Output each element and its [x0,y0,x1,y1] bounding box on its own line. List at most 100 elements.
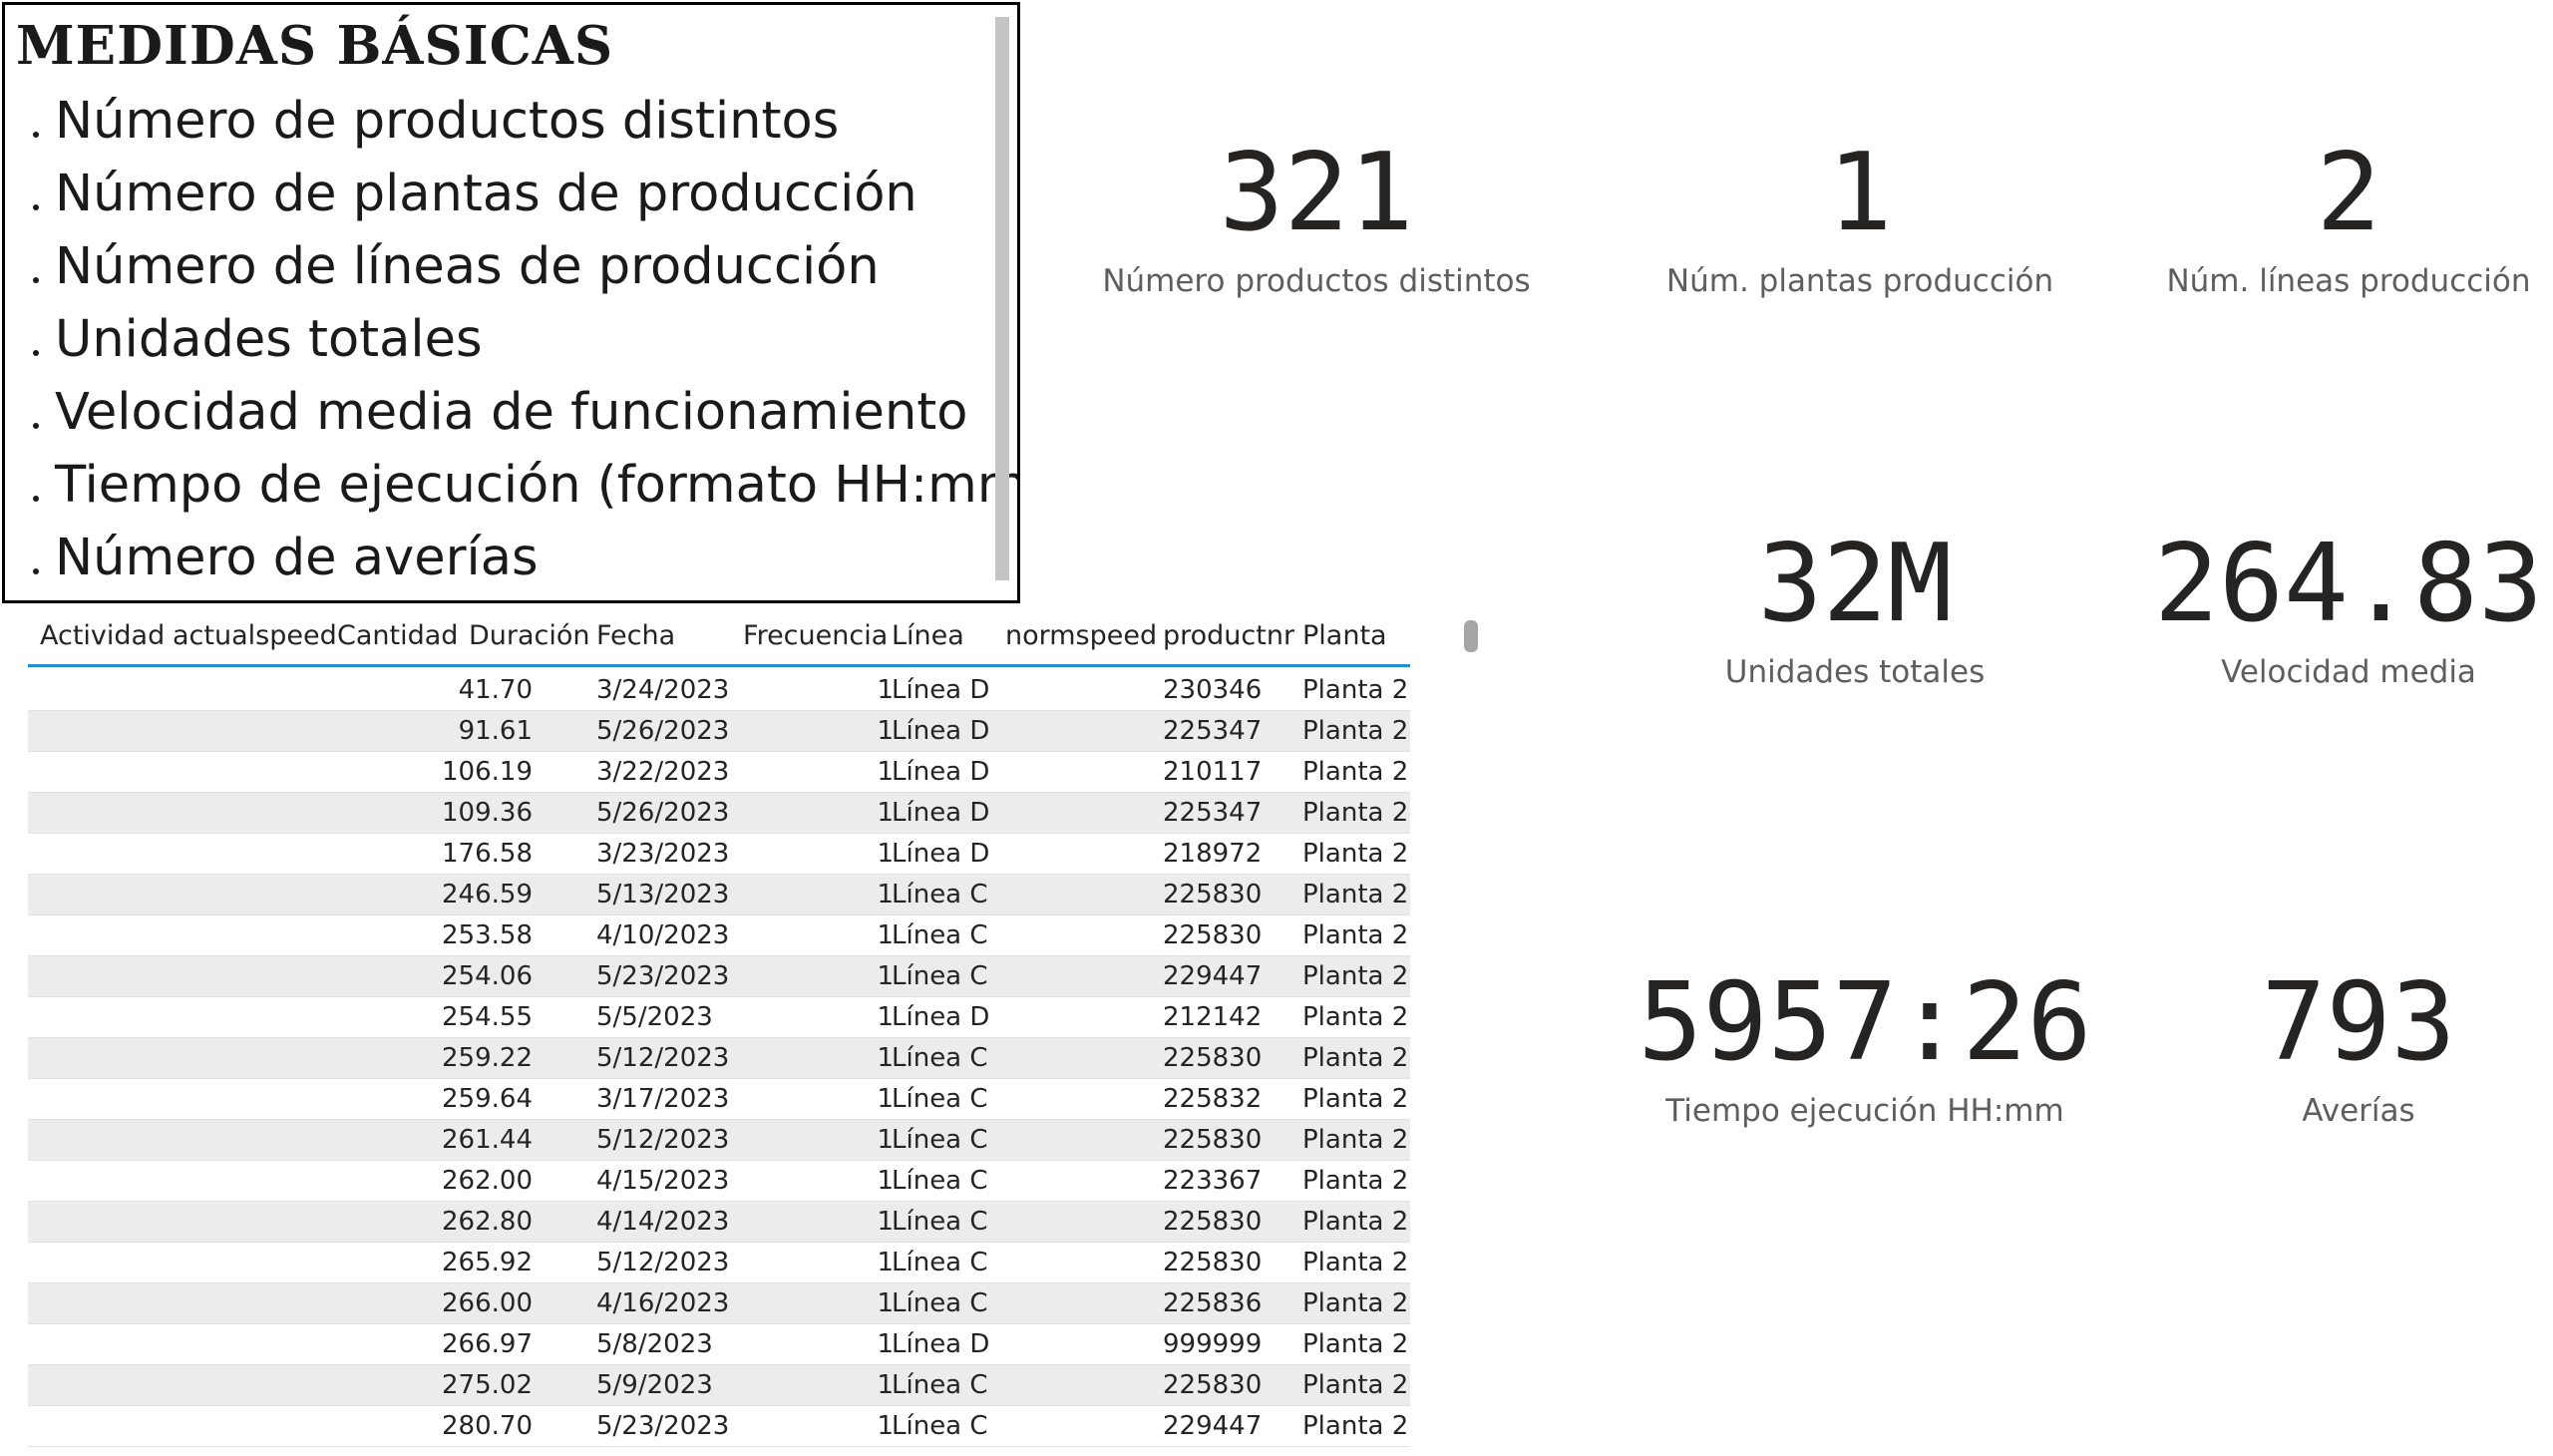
list-item: Número de averías [33,522,1017,594]
cell-duracion: 253.58 [442,920,533,950]
table-header: Actividad actualspeed Cantidad Duración … [28,610,1410,667]
cell-duracion: 254.06 [442,961,533,991]
cell-productnr: 223367 [1163,1166,1263,1196]
table-row[interactable]: 254.06 5/23/2023 1 Línea C 229447 Planta 2 [28,956,1410,997]
bullet-icon [33,496,39,502]
bullet-icon [33,350,39,356]
table-row[interactable]: 262.80 4/14/2023 1 Línea C 225830 Planta 2 [28,1202,1410,1243]
table-row[interactable]: 106.19 3/22/2023 1 Línea D 210117 Planta 2 [28,752,1410,793]
cell-planta: Planta 2 [1302,1329,1409,1359]
table-row[interactable]: 262.00 4/15/2023 1 Línea C 223367 Planta 2 [28,1161,1410,1202]
cell-planta: Planta 2 [1302,1248,1409,1277]
card-value: 321 [1219,131,1414,255]
cell-linea: Línea C [892,1248,988,1277]
cell-fecha: 4/15/2023 [596,1166,730,1196]
data-table[interactable]: Actividad actualspeed Cantidad Duración … [28,610,1484,1456]
cell-productnr: 210117 [1163,757,1263,787]
cell-productnr: 225830 [1163,1125,1263,1155]
card-tiempo[interactable]: 5957:26 Tiempo ejecución HH:mm [1626,960,2104,1130]
table-row[interactable]: 261.44 5/12/2023 1 Línea C 225830 Planta 2 [28,1120,1410,1161]
list-item: Número de plantas de producción [33,158,1017,230]
card-averias[interactable]: 793 Averías [2159,969,2553,1130]
textbox-scrollbar[interactable] [995,17,1009,580]
cell-duracion: 254.55 [442,1002,533,1032]
card-value: 2 [2316,131,2381,255]
cell-planta: Planta 2 [1302,1207,1409,1237]
list-item-label: Tiempo de ejecución (formato HH:mm) [55,456,1020,515]
cell-fecha: 4/10/2023 [596,920,730,950]
cell-planta: Planta 2 [1302,1002,1409,1032]
bullet-icon [33,423,39,429]
card-velocidad[interactable]: 264.83 Velocidad media [2149,522,2548,691]
table-body: 41.70 3/24/2023 1 Línea D 230346 Planta 2 91.6… [28,670,1410,1447]
card-value: 32M [1757,522,1953,646]
table-row[interactable]: 253.58 4/10/2023 1 Línea C 225830 Planta 2 [28,915,1410,956]
cell-duracion: 265.92 [442,1248,533,1277]
card-value: 264.83 [2153,522,2544,646]
column-header-normspeed[interactable]: normspeed [1005,620,1157,651]
cell-duracion: 106.19 [442,757,533,787]
card-plantas[interactable]: 1 Núm. plantas producción [1650,140,2069,300]
cell-fecha: 4/14/2023 [596,1207,730,1237]
cell-productnr: 999999 [1163,1329,1263,1359]
cell-fecha: 4/16/2023 [596,1288,730,1318]
cell-linea: Línea C [892,920,988,950]
card-label: Núm. plantas producción [1665,263,2054,299]
cell-fecha: 5/23/2023 [596,1411,730,1441]
card-label: Averías [2302,1093,2415,1129]
table-row[interactable]: 176.58 3/23/2023 1 Línea D 218972 Planta 2 [28,834,1410,875]
column-header-fecha[interactable]: Fecha [596,620,675,651]
cell-productnr: 229447 [1163,1411,1263,1441]
table-row[interactable]: 259.64 3/17/2023 1 Línea C 225832 Planta 2 [28,1079,1410,1120]
cell-productnr: 225830 [1163,920,1263,950]
table-row[interactable]: 265.92 5/12/2023 1 Línea C 225830 Planta 2 [28,1243,1410,1283]
table-row[interactable]: 91.61 5/26/2023 1 Línea D 225347 Planta 2 [28,711,1410,752]
cell-fecha: 5/12/2023 [596,1043,730,1073]
column-header-actualspeed[interactable]: actualspeed [173,620,337,651]
cell-linea: Línea C [892,1125,988,1155]
column-header-linea[interactable]: Línea [892,620,964,651]
cell-fecha: 5/12/2023 [596,1248,730,1277]
cell-fecha: 3/22/2023 [596,757,730,787]
list-item: Tiempo de ejecución (formato HH:mm) [33,449,1020,522]
cell-productnr: 229447 [1163,961,1263,991]
column-header-frecuencia[interactable]: Frecuencia [743,620,888,651]
card-productos[interactable]: 321 Número productos distintos [1097,131,1536,300]
cell-productnr: 230346 [1163,675,1263,705]
cell-duracion: 259.22 [442,1043,533,1073]
table-row[interactable]: 266.00 4/16/2023 1 Línea C 225836 Planta 2 [28,1283,1410,1324]
cell-linea: Línea C [892,1166,988,1196]
card-lineas[interactable]: 2 Núm. líneas producción [2149,131,2548,300]
column-header-planta[interactable]: Planta [1302,620,1387,651]
table-row[interactable]: 41.70 3/24/2023 1 Línea D 230346 Planta 2 [28,670,1410,711]
cell-duracion: 176.58 [442,839,533,869]
card-unidades[interactable]: 32M Unidades totales [1655,522,2054,691]
cell-linea: Línea C [892,1084,988,1114]
column-header-actividad[interactable]: Actividad [40,620,165,651]
table-row[interactable]: 246.59 5/13/2023 1 Línea C 225830 Planta 2 [28,875,1410,915]
cell-linea: Línea C [892,1411,988,1441]
bullet-icon [33,277,39,283]
card-value: 5957:26 [1638,960,2092,1085]
table-row[interactable]: 275.02 5/9/2023 1 Línea C 225830 Planta 2 [28,1365,1410,1406]
column-header-duracion[interactable]: Duración [469,620,590,651]
cell-planta: Planta 2 [1302,757,1409,787]
cell-planta: Planta 2 [1302,798,1409,828]
cell-linea: Línea D [892,839,990,869]
cell-planta: Planta 2 [1302,1084,1409,1114]
cell-fecha: 5/8/2023 [596,1329,713,1359]
cell-duracion: 262.80 [442,1207,533,1237]
table-row[interactable]: 254.55 5/5/2023 1 Línea D 212142 Planta 2 [28,997,1410,1038]
table-row[interactable]: 259.22 5/12/2023 1 Línea C 225830 Planta 2 [28,1038,1410,1079]
list-item-label: Número de plantas de producción [55,165,917,223]
cell-linea: Línea C [892,1043,988,1073]
column-header-productnr[interactable]: productnr [1163,620,1294,651]
table-scrollbar[interactable] [1464,620,1478,652]
cell-linea: Línea D [892,675,990,705]
table-row[interactable]: 109.36 5/26/2023 1 Línea D 225347 Planta 2 [28,793,1410,834]
cell-planta: Planta 2 [1302,1288,1409,1318]
cell-linea: Línea C [892,1207,988,1237]
column-header-cantidad[interactable]: Cantidad [337,620,458,651]
table-row[interactable]: 266.97 5/8/2023 1 Línea D 999999 Planta 2 [28,1324,1410,1365]
table-row[interactable]: 280.70 5/23/2023 1 Línea C 229447 Planta 2 [28,1406,1410,1447]
